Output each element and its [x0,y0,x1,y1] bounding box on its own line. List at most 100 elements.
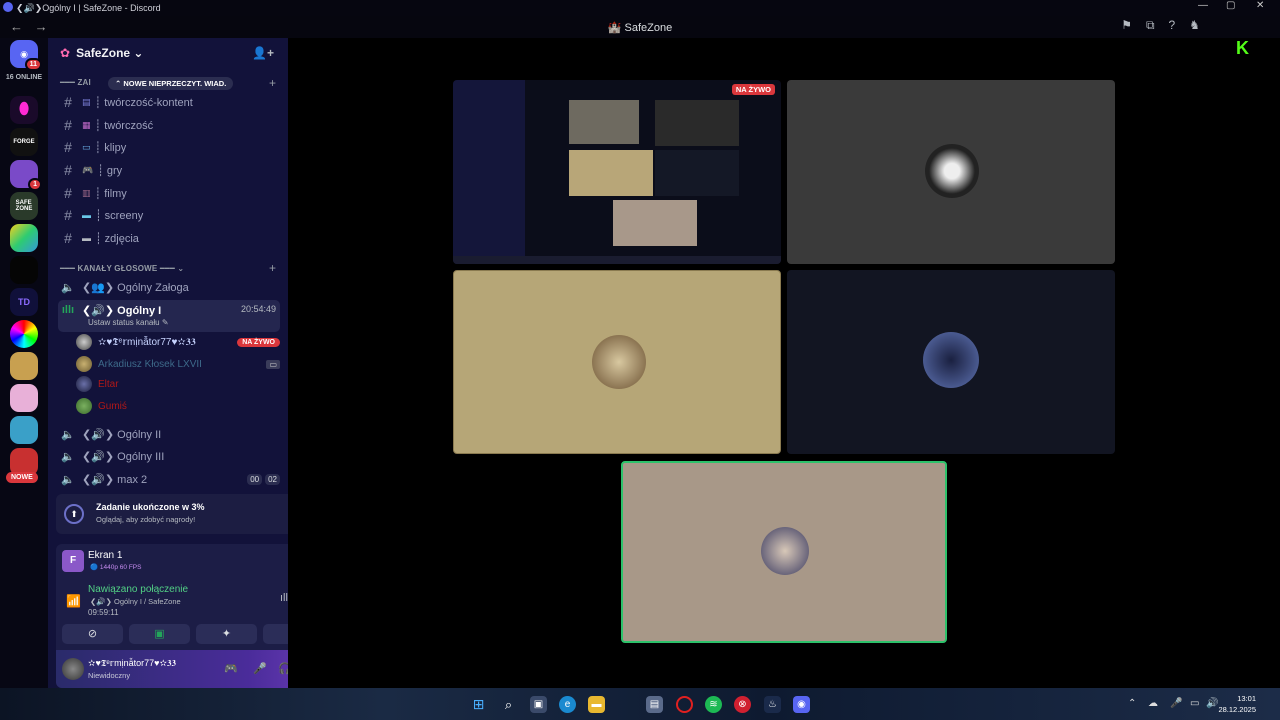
channel-label: ┊ screeny [95,209,144,222]
volume-icon[interactable]: 🔊 [1206,698,1218,709]
new-unread-pill[interactable]: ⌃ NOWE NIEPRZECZYT. WIAD. [108,77,234,90]
connection-timer: 09:59:11 [88,608,119,617]
windows-start-icon[interactable]: ⊞ [470,696,487,713]
voice-member[interactable]: Arkadiusz Kłosek LXVII ▭ [76,354,280,374]
channel-gry[interactable]: # 🎮 ┊ gry [58,160,280,180]
discord-taskbar-icon[interactable]: ◉ [793,696,810,713]
new-servers-pill[interactable]: NOWE [6,472,38,483]
home-dm-button[interactable]: ◉ 11 [10,40,42,71]
server-icon-blue[interactable] [10,416,38,444]
maximize-button[interactable]: ▢ [1226,0,1235,11]
server-icon-dark[interactable] [10,256,38,284]
server-icon-rainbow[interactable] [10,224,38,252]
stream-preview-tile [569,100,639,144]
voice-actions: ⊘ ▣ ✦ ♬ [62,624,324,644]
connection-label[interactable]: Nawiązano połączenie [88,584,188,595]
channel-timer: 20:54:49 [240,304,276,314]
user-tile-gumis-speaking[interactable] [621,461,947,643]
user-avatar [592,335,646,389]
search-icon[interactable]: ⌕ [500,696,517,713]
server-icon-character[interactable] [10,352,38,380]
user-tile-eltar[interactable] [787,270,1115,454]
channel-filmy[interactable]: # ▥ ┊ filmy [58,183,280,203]
channel-label: ❮🔊❯ Ogólny III [82,450,165,463]
voice-channel-zaloga[interactable]: 🔈 ❮👥❯ Ogólny Załoga [58,277,280,297]
task-view-icon[interactable]: ▣ [530,696,547,713]
voice-channel-ogolny-i[interactable]: ıllı ❮🔊❯ Ogólny I 20:54:49 Ustaw status … [58,300,280,332]
opera-icon[interactable] [676,696,693,713]
voice-member[interactable]: Gumiś [76,396,280,416]
flag-icon[interactable]: ⚑ [1121,18,1132,33]
voice-member[interactable]: Eltar [76,374,280,394]
signal-icon[interactable]: 📶 [66,594,81,608]
channel-screeny[interactable]: # ▬ ┊ screeny [58,205,280,225]
server-icon-ring[interactable] [10,320,38,348]
channel-klipy[interactable]: # ▭ ┊ klipy [58,137,280,157]
server-icon-pink[interactable]: ⬮ [10,96,38,124]
avatar [76,398,92,414]
add-channel-icon[interactable]: + [269,76,276,90]
invite-people-icon[interactable]: 👤+ [252,46,274,60]
store-icon[interactable]: ▤ [646,696,663,713]
voice-channel-ogolny-iii[interactable]: 🔈 ❮🔊❯ Ogólny III [58,446,280,466]
quest-icon: ⬆ [64,504,84,524]
game-controller-icon[interactable]: 🎮 [224,662,238,675]
user-avatar [923,332,979,388]
text-category[interactable]: ━━━ ZAI [60,78,91,87]
hash-icon: # [64,162,72,178]
channel-tworczosc[interactable]: # ▦ ┊ twórczość [58,115,280,135]
help-icon[interactable]: ? [1169,18,1176,33]
channel-label: ┊ gry [97,164,123,177]
server-icon-anime[interactable] [10,384,38,412]
server-icon-group[interactable]: 1 [10,160,42,191]
clock-date: 28.12.2025 [1218,705,1256,714]
camera-off-button[interactable]: ⊘ [62,624,123,644]
channel-emoji-icon: ▭ [82,141,91,152]
server-header[interactable]: ✿ SafeZone ⌄ 👤+ [48,38,288,68]
home-badge: 11 [24,58,42,71]
voice-member[interactable]: ✫♥𝕿ᵉ𝕣mịnẫtor77♥✫𝟑𝟑 NA ŻYWO [76,332,280,352]
hash-icon: # [64,207,72,223]
tray-chevron-icon[interactable]: ⌃ [1128,698,1136,709]
user-tile-terminator[interactable] [787,80,1115,264]
add-voice-channel-icon[interactable]: + [269,261,276,275]
channel-zdjecia[interactable]: # ▬ ┊ zdjęcia [58,228,280,248]
stream-tile-screenshare[interactable]: NA ŻYWO [453,80,781,264]
close-button[interactable]: ✕ [1256,0,1264,11]
channel-emoji-icon: ▤ [82,96,91,107]
activity-icon[interactable]: ♞ [1189,18,1200,33]
topbar-title: 🏰 SafeZone [607,22,673,34]
popout-icon[interactable]: ⧉ [1146,18,1155,33]
hash-icon: # [64,230,72,246]
voice-channel-max-2[interactable]: 🔈 ❮🔊❯ max 2 00 02 [58,469,280,489]
app-red-icon[interactable]: ⊗ [734,696,751,713]
screen-icon: ▬ [82,210,91,220]
user-avatar[interactable] [62,658,84,680]
server-icon-forge[interactable]: FORGE [10,128,38,156]
channel-status-hint[interactable]: Ustaw status kanału ✎ [88,318,169,327]
network-icon[interactable]: ▭ [1190,698,1199,709]
server-icon-safezone[interactable]: SAFE ZONE [10,192,38,220]
channel-tworczosc-kontent[interactable]: # ▤ ┊ twórczość-kontent [58,92,280,112]
steam-icon[interactable]: ♨ [764,696,781,713]
hash-icon: # [64,139,72,155]
microphone-icon[interactable]: 🎤 [253,662,267,675]
minimize-button[interactable]: — [1198,0,1208,11]
microphone-tray-icon[interactable]: 🎤 [1170,698,1182,709]
window-title: ❮🔊❯Ogólny I | SafeZone - Discord [16,2,161,13]
screen-share-quality: 🔵 1440p 60 FPS [90,564,142,571]
activities-button[interactable]: ✦ [196,624,257,644]
user-name[interactable]: ✫♥𝕿ᵉ𝕣mịnẫtor77♥✫𝟑𝟑 [88,658,176,669]
server-icon-td[interactable]: TD [10,288,38,316]
screen-share-button[interactable]: ▣ [129,624,190,644]
voice-category[interactable]: ━━━ KANAŁY GŁOSOWE ━━━ ⌄ [60,264,184,273]
voice-channel-ogolny-ii[interactable]: 🔈 ❮🔊❯ Ogólny II [58,424,280,444]
tray-app-icon[interactable]: ☁ [1148,698,1158,709]
system-clock[interactable]: 13:01 28.12.2025 [1218,693,1256,715]
user-tile-arkadiusz[interactable] [453,270,781,454]
edge-icon[interactable]: e [559,696,576,713]
file-explorer-icon[interactable]: ▬ [588,696,605,713]
spotify-icon[interactable]: ≋ [705,696,722,713]
stream-app-icon: F [62,550,84,572]
connection-channel[interactable]: ❮🔊❯ Ogólny I / SafeZone [90,597,181,606]
